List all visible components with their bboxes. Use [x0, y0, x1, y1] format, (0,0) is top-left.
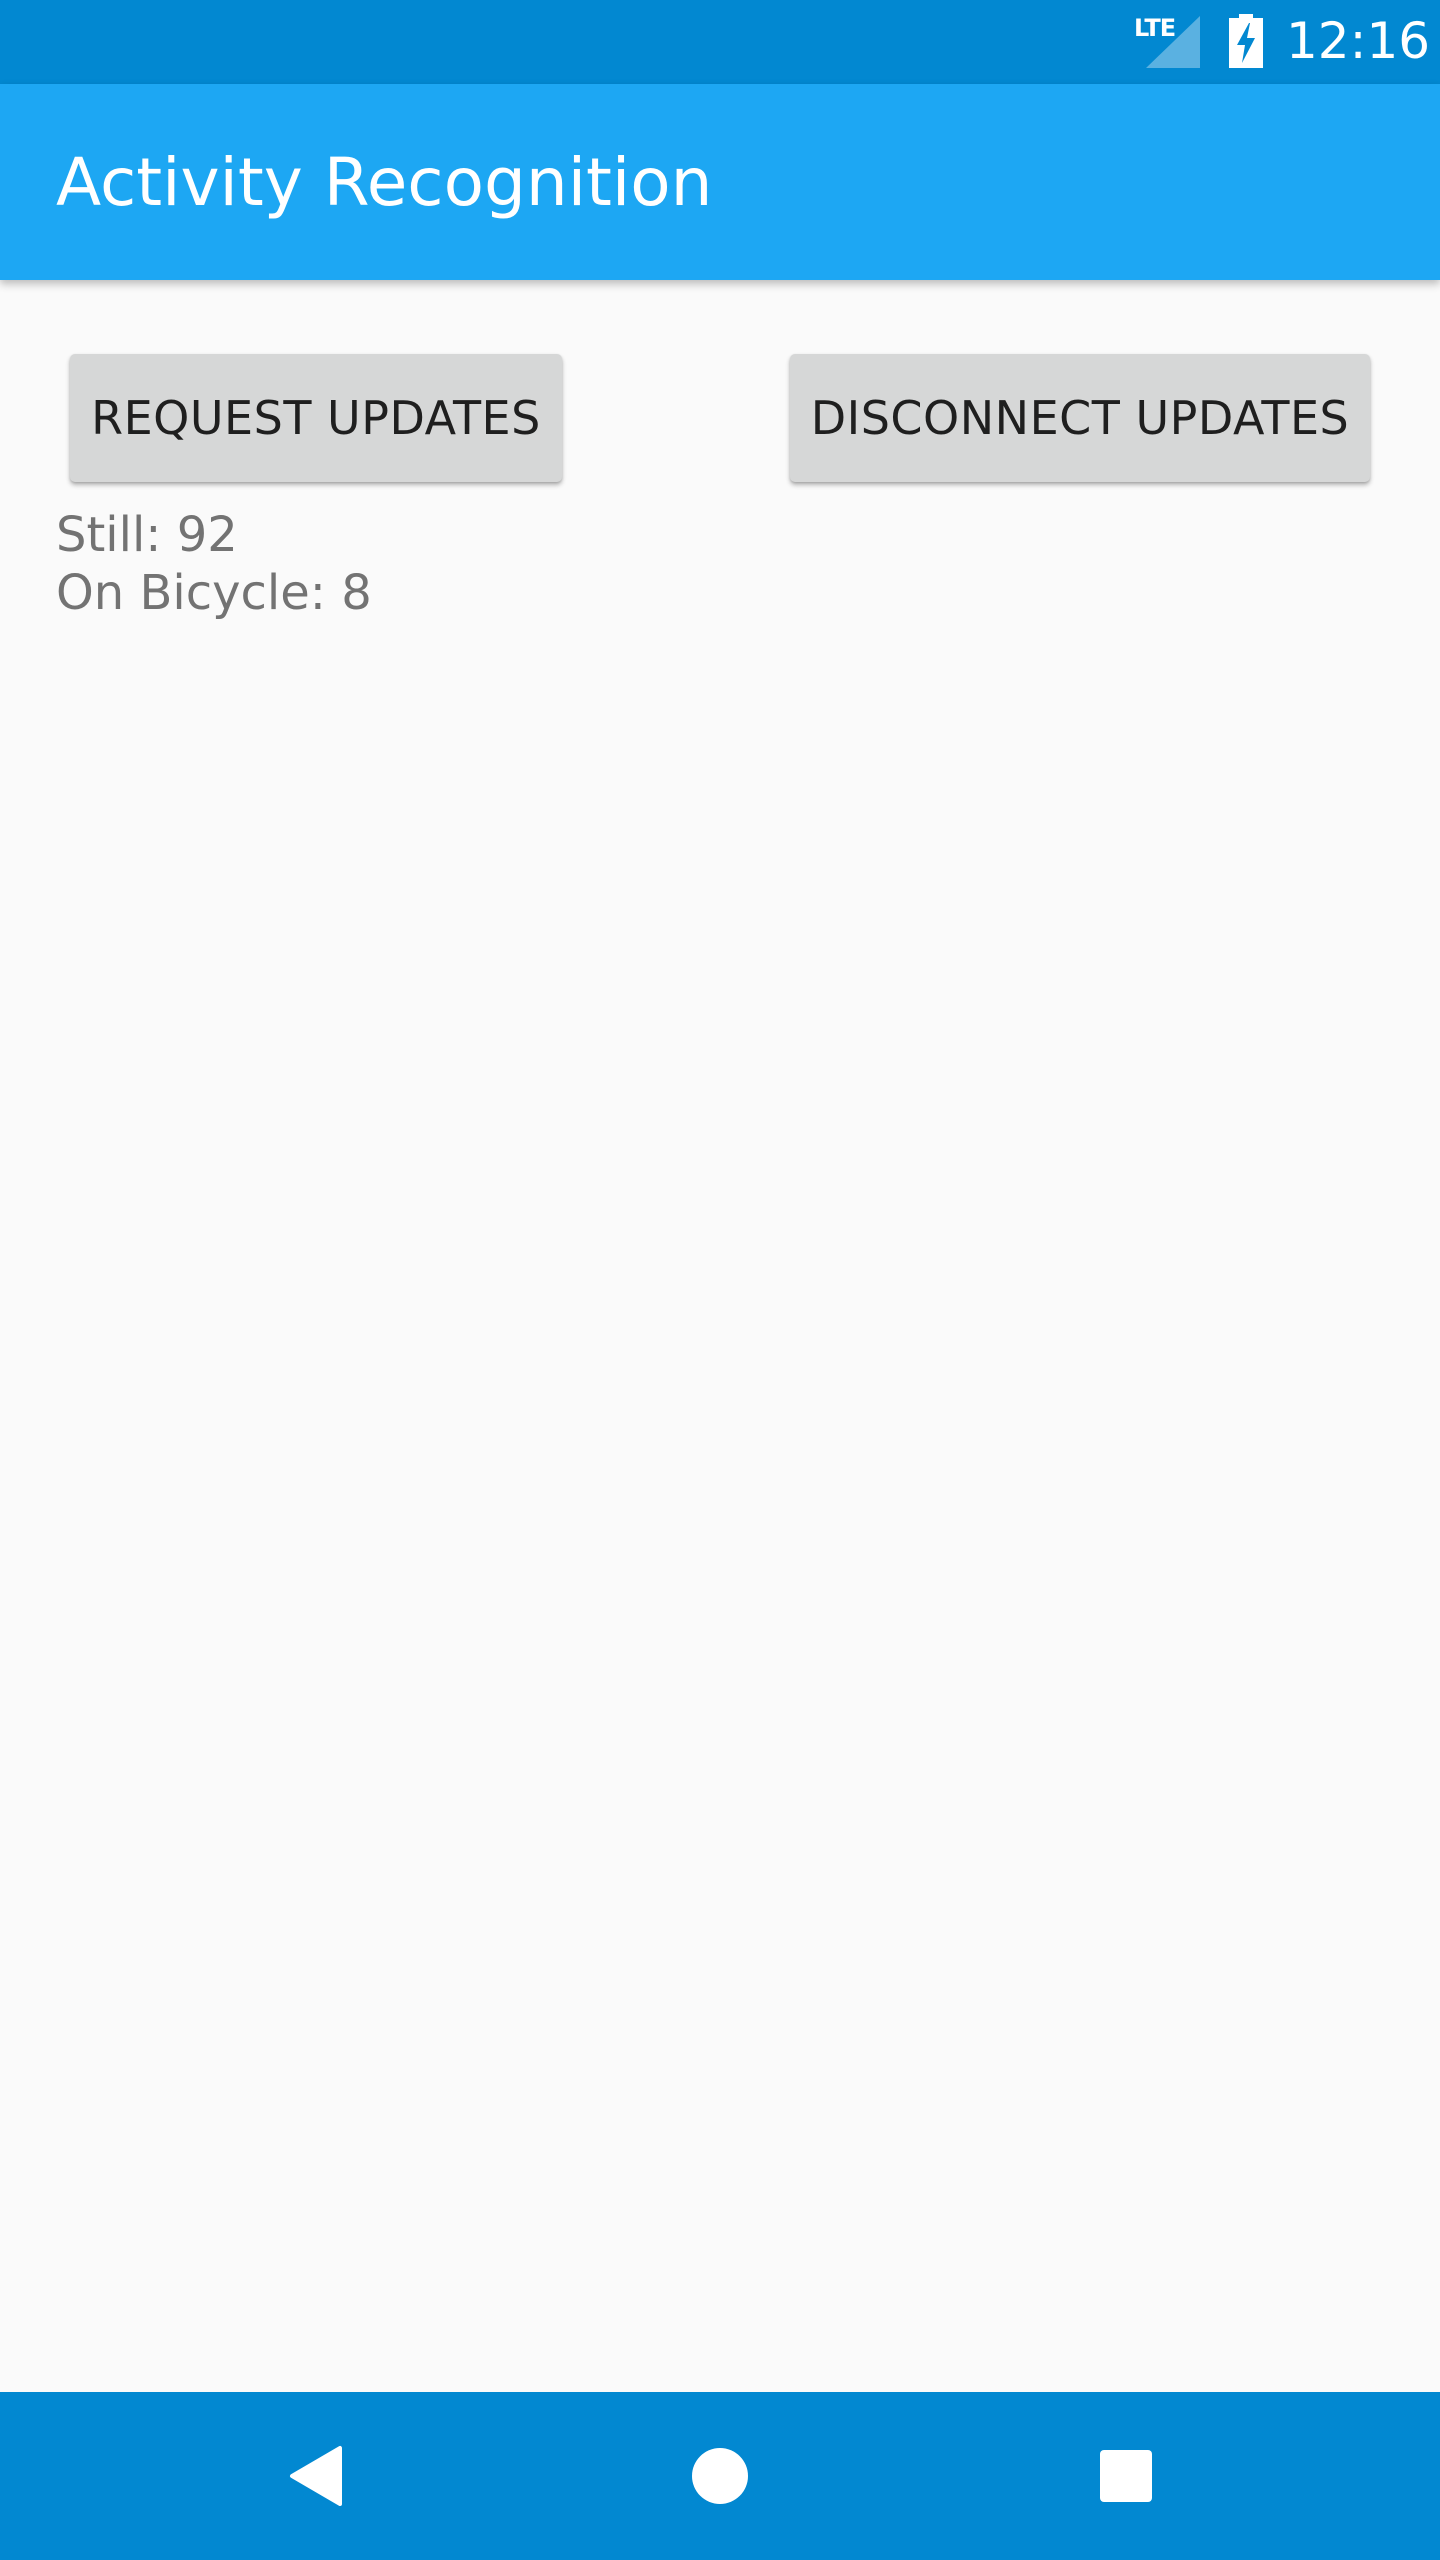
request-updates-button[interactable]: REQUEST UPDATES — [70, 354, 562, 482]
activity-list: Still: 92 On Bicycle: 8 — [56, 506, 372, 622]
navigation-bar — [0, 2392, 1440, 2560]
app-title: Activity Recognition — [56, 144, 713, 221]
recents-icon — [1100, 2450, 1152, 2502]
signal-icon — [1146, 16, 1200, 68]
status-bar: LTE 12:16 — [0, 0, 1440, 84]
activity-on-bicycle: On Bicycle: 8 — [56, 565, 372, 621]
clock: 12:16 — [1286, 12, 1431, 70]
activity-still: Still: 92 — [56, 507, 238, 563]
home-button[interactable] — [670, 2426, 770, 2526]
battery-charging-icon — [1229, 14, 1263, 68]
home-icon — [692, 2448, 748, 2504]
back-icon — [290, 2446, 342, 2506]
disconnect-updates-button[interactable]: DISCONNECT UPDATES — [790, 354, 1370, 482]
app-bar: Activity Recognition — [0, 84, 1440, 280]
back-button[interactable] — [266, 2426, 366, 2526]
recents-button[interactable] — [1076, 2426, 1176, 2526]
